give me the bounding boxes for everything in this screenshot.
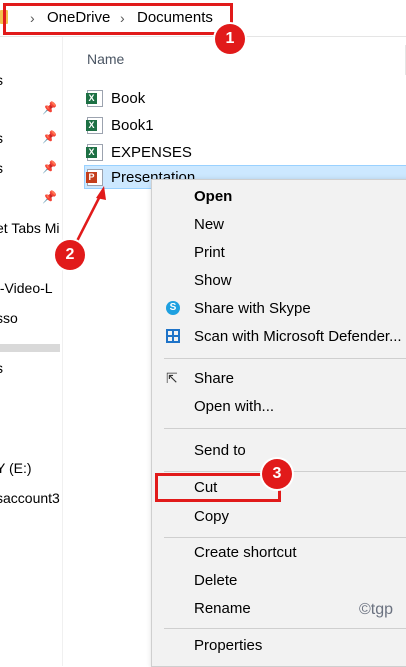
share-icon: ⇱: [166, 370, 178, 386]
menu-item-send-to[interactable]: Send to: [194, 442, 246, 459]
menu-item-show[interactable]: Show: [194, 272, 232, 289]
menu-item-new[interactable]: New: [194, 216, 224, 233]
menu-separator: [164, 428, 406, 429]
annotation-badge-2: 2: [55, 240, 85, 270]
menu-separator: [164, 358, 406, 359]
menu-item-create-shortcut[interactable]: Create shortcut: [194, 544, 297, 561]
menu-separator: [164, 628, 406, 629]
menu-item-share[interactable]: Share: [194, 370, 234, 387]
menu-item-share-with-skype[interactable]: Share with Skype: [194, 300, 311, 317]
menu-item-print[interactable]: Print: [194, 244, 225, 261]
watermark-text: ©tgp: [359, 601, 394, 618]
menu-item-open[interactable]: Open: [194, 188, 232, 205]
menu-item-open-with[interactable]: Open with...: [194, 398, 274, 415]
menu-item-properties[interactable]: Properties: [194, 637, 262, 654]
menu-item-rename[interactable]: Rename: [194, 600, 251, 617]
skype-icon: S: [166, 301, 180, 315]
context-menu: Open New Print Show S Share with Skype S…: [151, 179, 406, 667]
menu-item-scan-with-defender[interactable]: Scan with Microsoft Defender...: [194, 328, 402, 345]
menu-item-delete[interactable]: Delete: [194, 572, 237, 589]
menu-item-copy[interactable]: Copy: [194, 508, 229, 525]
defender-shield-icon: [166, 329, 180, 343]
menu-separator: [164, 537, 406, 538]
annotation-badge-3: 3: [262, 459, 292, 489]
